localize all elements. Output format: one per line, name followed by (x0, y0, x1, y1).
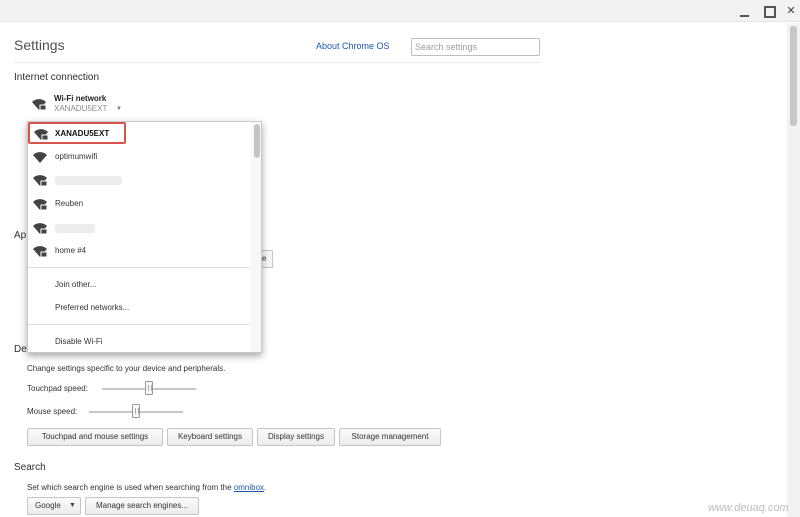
preferred-networks-item[interactable]: Preferred networks... (55, 303, 129, 312)
touchpad-speed-slider[interactable] (145, 381, 153, 395)
search-description: Set which search engine is used when sea… (27, 483, 266, 492)
wifi-lock-icon (32, 221, 48, 235)
network-name: Reuben (55, 199, 84, 208)
chevron-down-icon: ▼ (69, 502, 76, 509)
search-heading: Search (14, 462, 46, 473)
search-engine-value: Google (35, 501, 61, 510)
device-heading: De (14, 344, 27, 355)
search-engine-select[interactable]: Google ▼ (27, 497, 81, 515)
wifi-icon (32, 150, 48, 164)
appearance-button[interactable]: e (262, 250, 273, 268)
window-titlebar: ✕ (0, 0, 800, 22)
storage-management-button[interactable]: Storage management (339, 428, 441, 446)
chevron-down-icon: ▼ (116, 106, 122, 112)
network-item-xanadu5ext[interactable]: XANADU5EXT (28, 122, 126, 144)
touchpad-mouse-settings-button[interactable]: Touchpad and mouse settings (27, 428, 163, 446)
network-item-reuben[interactable]: Reuben (28, 193, 250, 215)
omnibox-link[interactable]: omnibox (234, 483, 264, 492)
about-chrome-os-link[interactable]: About Chrome OS (316, 41, 390, 51)
mouse-speed-slider[interactable] (132, 404, 140, 418)
search-settings-input[interactable] (411, 38, 540, 56)
wifi-lock-icon (31, 97, 47, 111)
wifi-network-selector[interactable]: Wi-Fi network XANADU5EXT ▼ (29, 94, 129, 116)
page-title: Settings (14, 37, 65, 53)
keyboard-settings-button[interactable]: Keyboard settings (167, 428, 253, 446)
wifi-lock-icon (33, 127, 49, 141)
blurred-network-name (55, 176, 122, 185)
disable-wifi-item[interactable]: Disable Wi-Fi (55, 337, 103, 346)
network-name: home #4 (55, 246, 87, 255)
menu-divider (28, 267, 250, 268)
wifi-lock-icon (32, 197, 48, 211)
display-settings-button[interactable]: Display settings (257, 428, 335, 446)
network-name: optimumwifi (55, 152, 98, 161)
maximize-icon[interactable] (761, 3, 777, 19)
page-scrollbar-thumb[interactable] (790, 26, 797, 126)
wifi-lock-icon (32, 244, 48, 258)
device-description: Change settings specific to your device … (27, 364, 226, 373)
network-item-optimumwifi[interactable]: optimumwifi (28, 146, 250, 168)
appearance-heading: Ap (14, 230, 27, 241)
manage-search-engines-button[interactable]: Manage search engines... (85, 497, 199, 515)
network-item-home4[interactable]: home #4 (28, 240, 250, 262)
current-ssid: XANADU5EXT (54, 104, 108, 113)
header-divider (14, 62, 541, 63)
wifi-lock-icon (32, 173, 48, 187)
network-item-hidden-2[interactable] (28, 217, 250, 239)
watermark: www.deuaq.com (708, 502, 789, 514)
wifi-network-label: Wi-Fi network (54, 94, 107, 103)
menu-scrollbar-thumb[interactable] (254, 124, 260, 158)
minimize-icon[interactable] (737, 3, 753, 19)
touchpad-speed-label: Touchpad speed: (27, 384, 88, 393)
join-other-item[interactable]: Join other... (55, 280, 96, 289)
blurred-network-name (55, 224, 95, 233)
search-description-end: . (264, 483, 267, 492)
network-name: XANADU5EXT (55, 129, 110, 138)
menu-divider (28, 324, 250, 325)
close-icon[interactable]: ✕ (783, 3, 799, 19)
network-item-hidden-1[interactable] (28, 169, 250, 191)
internet-connection-heading: Internet connection (14, 72, 100, 83)
mouse-speed-label: Mouse speed: (27, 407, 78, 416)
wifi-network-menu: XANADU5EXT optimumwifi Reuben home #4 Jo… (27, 121, 262, 353)
search-description-text: Set which search engine is used when sea… (27, 483, 234, 492)
